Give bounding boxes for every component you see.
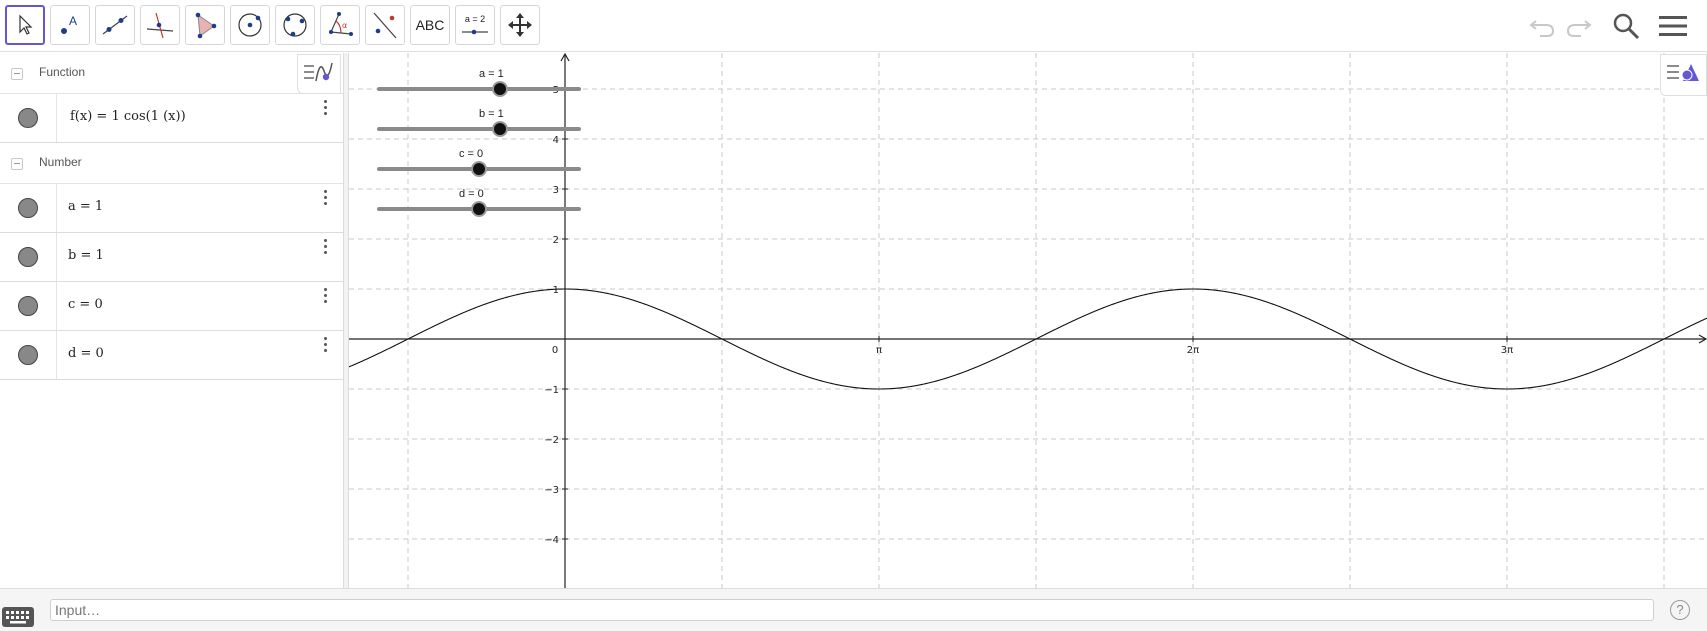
slider-knob[interactable] xyxy=(492,81,508,97)
circle-center-point-icon xyxy=(238,13,262,37)
input-bar: ? xyxy=(0,588,1707,631)
help-icon[interactable]: ? xyxy=(1670,600,1690,620)
undo-button[interactable] xyxy=(1526,10,1558,42)
collapse-icon[interactable] xyxy=(11,158,23,170)
undo-icon xyxy=(1529,20,1555,37)
more-options-icon[interactable] xyxy=(319,99,331,119)
redo-button[interactable] xyxy=(1563,10,1595,42)
tool-move-graphics-view[interactable] xyxy=(500,5,540,45)
algebra-style-icon xyxy=(304,62,333,82)
keyboard-icon[interactable] xyxy=(2,607,34,627)
tool-line[interactable] xyxy=(95,5,135,45)
algebra-view: Function f(x) = 1 cos(1 (x)) Number a = … xyxy=(0,53,343,588)
tool-text[interactable]: ABC xyxy=(410,5,450,45)
tool-move[interactable] xyxy=(5,5,45,45)
slider-a[interactable]: a = 1 xyxy=(377,68,581,97)
graphics-view[interactable]: −π0π2π3π4π5π6π7π 654321−1−2−3−4 a = 1 b … xyxy=(349,53,1707,588)
circle-three-points-icon xyxy=(283,13,307,37)
algebra-item-b[interactable]: b = 1 xyxy=(0,233,343,282)
more-options-icon[interactable] xyxy=(319,336,331,356)
tool-perpendicular-line[interactable] xyxy=(140,5,180,45)
slider-knob[interactable] xyxy=(471,161,487,177)
algebra-item-c[interactable]: c = 0 xyxy=(0,282,343,331)
move-cursor-icon xyxy=(19,14,33,35)
slider-label: b = 1 xyxy=(479,108,504,120)
algebra-style-bar-toggle[interactable] xyxy=(297,54,341,94)
slider-d[interactable]: d = 0 xyxy=(377,188,581,217)
polygon-icon xyxy=(195,12,217,39)
menu-icon xyxy=(1659,16,1687,36)
tool-circle-center[interactable] xyxy=(230,5,270,45)
line-icon xyxy=(102,15,128,35)
text-icon: ABC xyxy=(415,17,445,33)
angle-icon: α xyxy=(329,12,353,36)
tool-polygon[interactable] xyxy=(185,5,225,45)
reflect-icon xyxy=(373,12,397,39)
group-header-number[interactable]: Number xyxy=(0,143,343,184)
point-icon: A xyxy=(61,14,77,34)
search-icon xyxy=(1613,13,1640,40)
slider-knob[interactable] xyxy=(492,121,508,137)
slider-c[interactable]: c = 0 xyxy=(377,148,581,177)
visibility-toggle-icon[interactable] xyxy=(18,198,38,218)
x-tick-label: 2π xyxy=(1187,345,1199,356)
slider-track[interactable] xyxy=(377,87,581,91)
slider-label: a = 1 xyxy=(479,68,504,80)
visibility-toggle-icon[interactable] xyxy=(18,296,38,316)
algebra-item-a[interactable]: a = 1 xyxy=(0,184,343,233)
x-tick-label: 3π xyxy=(1501,345,1513,356)
redo-icon xyxy=(1566,20,1592,37)
algebra-item-text[interactable]: d = 0 xyxy=(68,346,104,361)
visibility-toggle-icon[interactable] xyxy=(18,247,38,267)
more-options-icon[interactable] xyxy=(319,238,331,258)
more-options-icon[interactable] xyxy=(319,287,331,307)
move-graphics-view-icon xyxy=(508,13,532,37)
point-icon-label: A xyxy=(69,14,77,28)
algebra-item-text[interactable]: a = 1 xyxy=(68,199,103,214)
visibility-toggle-icon[interactable] xyxy=(18,345,38,365)
tool-reflect[interactable] xyxy=(365,5,405,45)
tool-circle-three-points[interactable] xyxy=(275,5,315,45)
y-tick-label: −3 xyxy=(544,485,559,496)
group-label: Number xyxy=(39,155,82,169)
x-tick-label: π xyxy=(876,345,882,356)
slider-label: c = 0 xyxy=(459,148,484,160)
input-field[interactable] xyxy=(50,599,1654,621)
menu-button[interactable] xyxy=(1657,10,1689,42)
y-tick-label: 2 xyxy=(553,235,559,246)
tool-point[interactable]: A xyxy=(50,5,90,45)
y-tick-label: −2 xyxy=(544,435,559,446)
perpendicular-line-icon xyxy=(146,12,174,39)
algebra-item-f[interactable]: f(x) = 1 cos(1 (x)) xyxy=(0,94,343,143)
slider-icon-track xyxy=(462,29,488,35)
graphics-style-icon xyxy=(1667,64,1699,81)
graphics-style-bar-toggle[interactable] xyxy=(1660,54,1707,96)
x-tick-label: 0 xyxy=(552,345,558,356)
y-tick-label: −4 xyxy=(544,535,559,546)
y-tick-label: 4 xyxy=(553,135,559,146)
y-tick-label: 1 xyxy=(553,285,559,296)
svg-text:α: α xyxy=(342,21,347,30)
algebra-item-text[interactable]: f(x) = 1 cos(1 (x)) xyxy=(70,109,186,124)
visibility-toggle-icon[interactable] xyxy=(18,108,38,128)
tool-angle[interactable]: α xyxy=(320,5,360,45)
algebra-item-text[interactable]: b = 1 xyxy=(68,248,104,263)
group-label: Function xyxy=(39,65,86,79)
group-header-function[interactable]: Function xyxy=(0,53,343,94)
slider-b[interactable]: b = 1 xyxy=(377,108,581,137)
algebra-item-d[interactable]: d = 0 xyxy=(0,331,343,380)
slider-track[interactable] xyxy=(377,127,581,131)
slider-label: d = 0 xyxy=(459,188,484,200)
search-button[interactable] xyxy=(1610,10,1642,42)
more-options-icon[interactable] xyxy=(319,189,331,209)
algebra-item-text[interactable]: c = 0 xyxy=(68,297,103,312)
slider-knob[interactable] xyxy=(471,201,487,217)
tool-slider[interactable]: a = 2 xyxy=(455,5,495,45)
y-tick-label: −1 xyxy=(544,385,559,396)
toolbar: A α ABC a = 2 xyxy=(0,0,1707,52)
collapse-icon[interactable] xyxy=(11,68,23,80)
